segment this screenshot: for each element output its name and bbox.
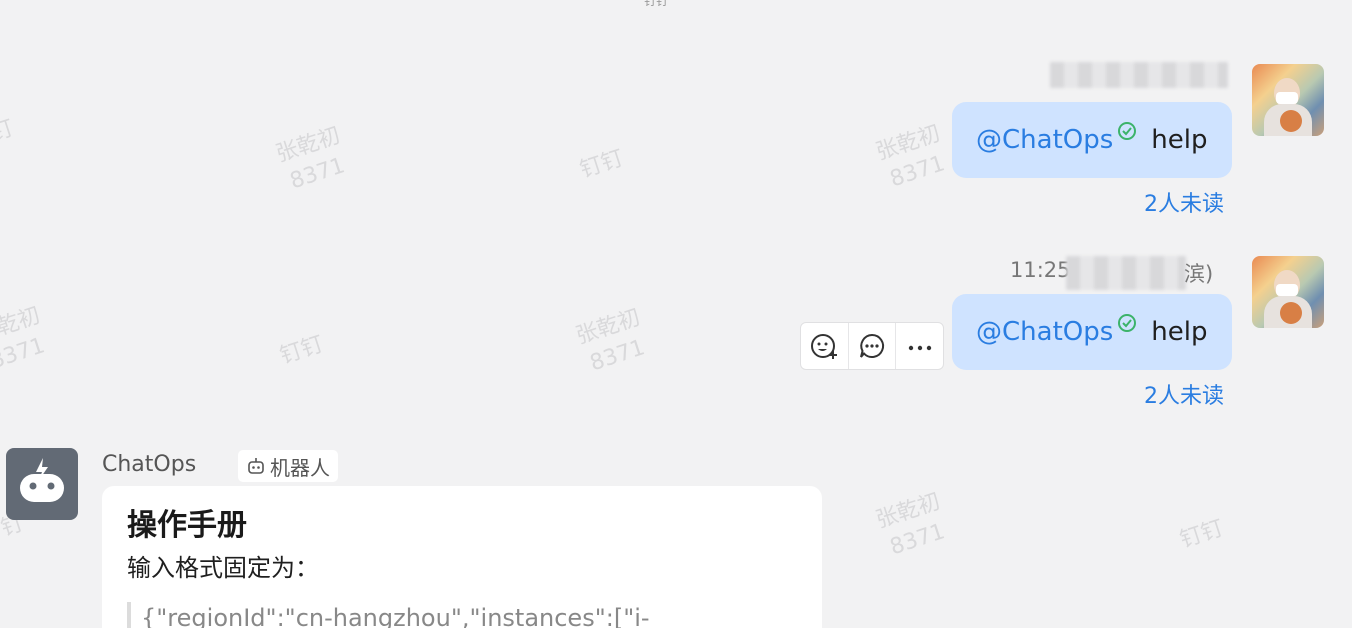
message-bubble[interactable]: @ChatOps help [952,294,1232,370]
blurred-sender-name [1050,62,1228,88]
mention-link[interactable]: @ChatOps [976,125,1113,155]
message-timestamp: 11:25 [1010,258,1071,282]
unread-status[interactable]: 2人未读 [1144,378,1224,410]
mention-link[interactable]: @ChatOps [976,317,1113,347]
check-icon [1118,122,1137,140]
card-title: 操作手册 [127,508,247,543]
watermark-text: 张乾初 [272,123,344,168]
avatar-mask [1276,92,1298,104]
avatar-child [1280,302,1302,324]
watermark: 钉钉 [276,330,327,372]
card-text: 输入格式固定为： [127,554,319,582]
bot-tag-label: 机器人 [270,455,330,480]
watermark-text: 张乾初 [0,303,44,348]
message-bubble[interactable]: @ChatOps help [952,102,1232,178]
sender-name-suffix: 滨) [1184,262,1214,286]
watermark-text: 8371 [286,153,348,195]
watermark-text: 张乾初 [872,489,944,534]
message-action-toolbar [800,322,944,370]
watermark-text: 8371 [886,519,948,561]
watermark-text: 张乾初 [872,121,944,166]
avatar-mask [1276,284,1298,296]
watermark-text: 钉钉 [1177,515,1227,554]
robot-small-icon [248,458,264,474]
watermark: 张乾初 8371 [272,121,353,198]
message-text: help [1151,125,1208,155]
avatar-child [1280,110,1302,132]
message-text: help [1151,317,1208,347]
bot-name[interactable]: ChatOps [102,452,196,477]
card-code-quote: {"regionId":"cn-hangzhou","instances":["… [127,602,797,628]
watermark-text: 8371 [886,151,948,193]
reply-button[interactable] [849,323,897,369]
bot-avatar[interactable] [6,448,78,520]
more-icon [908,345,931,351]
user-avatar[interactable] [1252,64,1324,136]
watermark-text: 钉钉 [277,331,327,370]
watermark: 张乾初 8371 [872,119,953,196]
add-reaction-button[interactable] [801,323,849,369]
watermark: 钉钉 [1176,514,1227,556]
blurred-sender-name [1066,256,1186,290]
watermark: 钉钉 [576,144,627,186]
user-avatar[interactable] [1252,256,1324,328]
watermark-text: 张乾初 [572,305,644,350]
watermark-text: 钉钉 [0,115,17,154]
clipped-header-text: 钉钉 [644,0,669,8]
reply-comment-icon [860,333,885,358]
bot-message-card[interactable]: 操作手册 输入格式固定为： {"regionId":"cn-hangzhou",… [102,486,822,628]
robot-icon [20,458,64,502]
check-icon [1118,314,1137,332]
watermark-text: 8371 [586,335,648,377]
watermark: 钉钉 [0,114,18,156]
bot-tag: 机器人 [238,450,338,482]
watermark: 张乾初 8371 [0,301,54,378]
watermark-text: 8371 [0,333,48,375]
add-reaction-icon [811,334,838,359]
watermark: 张乾初 8371 [872,487,953,564]
watermark-text: 钉钉 [577,145,627,184]
more-button[interactable] [896,323,943,369]
unread-status[interactable]: 2人未读 [1144,186,1224,218]
watermark: 张乾初 8371 [572,303,653,380]
